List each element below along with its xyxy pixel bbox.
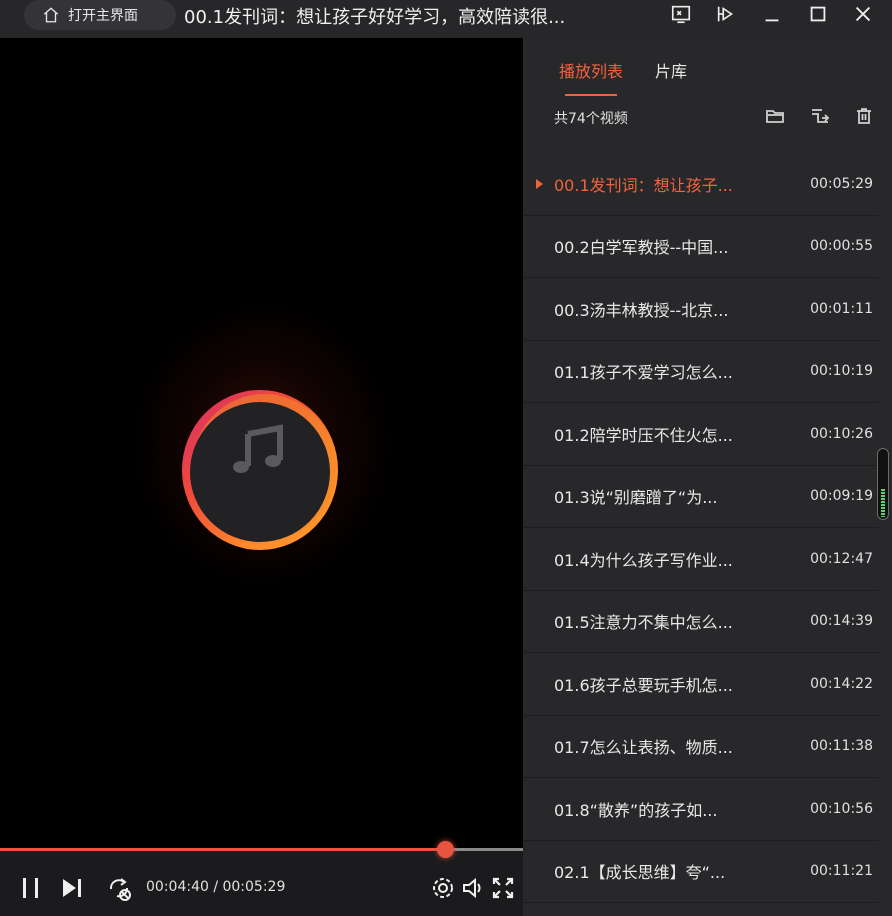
next-icon[interactable] bbox=[58, 874, 86, 902]
item-duration: 00:11:21 bbox=[810, 863, 873, 880]
pin-icon[interactable] bbox=[714, 2, 738, 26]
item-title: 01.5注意力不集中怎么... bbox=[554, 613, 733, 633]
item-title: 01.1孩子不爱学习怎么... bbox=[554, 363, 733, 383]
item-duration: 00:12:47 bbox=[810, 550, 873, 567]
list-item[interactable]: 01.2陪学时压不住火怎... 00:10:26 bbox=[523, 403, 878, 466]
title-bar: 打开主界面 00.1发刊词：想让孩子好好学习，高效陪读很... bbox=[0, 0, 892, 38]
item-title: 01.6孩子总要玩手机怎... bbox=[554, 675, 733, 695]
list-item[interactable]: 02.1【成长思维】夸“... 00:11:21 bbox=[523, 841, 878, 903]
playlist-icon[interactable] bbox=[810, 106, 830, 126]
item-duration: 00:10:19 bbox=[810, 363, 873, 380]
open-main-window-button[interactable]: 打开主界面 bbox=[24, 0, 176, 30]
item-duration: 00:14:22 bbox=[810, 675, 873, 692]
progress-bar[interactable] bbox=[0, 841, 523, 858]
open-main-window-label: 打开主界面 bbox=[68, 8, 138, 24]
item-duration: 00:01:11 bbox=[810, 300, 873, 317]
video-count: 共74个视频 bbox=[554, 111, 628, 127]
item-title: 00.3汤丰林教授--北京... bbox=[554, 300, 729, 320]
list-item[interactable]: 01.5注意力不集中怎么... 00:14:39 bbox=[523, 591, 878, 653]
tab-library[interactable]: 片库 bbox=[655, 58, 687, 82]
list-item[interactable]: 01.7怎么让表扬、物质... 00:11:38 bbox=[523, 716, 878, 778]
scrollbar-thumb[interactable] bbox=[881, 489, 885, 517]
home-icon bbox=[43, 7, 59, 23]
settings-icon[interactable] bbox=[429, 874, 457, 902]
item-duration: 00:11:38 bbox=[810, 738, 873, 755]
playing-indicator-icon bbox=[536, 178, 543, 189]
screen-icon[interactable] bbox=[669, 2, 693, 26]
item-title: 00.2白学军教授--中国... bbox=[554, 238, 729, 258]
list-item[interactable]: 01.3说“别磨蹭了“为... 00:09:19 bbox=[523, 466, 878, 528]
list-item[interactable]: 01.1孩子不爱学习怎么... 00:10:19 bbox=[523, 341, 878, 403]
list-item[interactable]: 00.3汤丰林教授--北京... 00:01:11 bbox=[523, 278, 878, 341]
item-title: 01.3说“别磨蹭了“为... bbox=[554, 488, 718, 508]
list-item[interactable]: 00.1发刊词：想让孩子... 00:05:29 bbox=[523, 153, 878, 216]
item-duration: 00:05:29 bbox=[810, 175, 873, 192]
panel-tabs: 播放列表 片库 bbox=[559, 58, 687, 96]
time-display: 00:04:40 / 00:05:29 bbox=[146, 879, 286, 895]
item-duration: 00:10:56 bbox=[810, 800, 873, 817]
playlist-scrollbar[interactable] bbox=[877, 448, 889, 520]
maximize-icon[interactable] bbox=[806, 2, 830, 26]
progress-knob[interactable] bbox=[437, 841, 455, 858]
playlist: 00.1发刊词：想让孩子... 00:05:29 00.2白学军教授--中国..… bbox=[523, 153, 878, 903]
item-title: 01.4为什么孩子写作业... bbox=[554, 550, 733, 570]
item-title: 01.7怎么让表扬、物质... bbox=[554, 738, 733, 758]
minimize-icon[interactable] bbox=[760, 2, 784, 26]
item-title: 00.1发刊词：想让孩子... bbox=[554, 175, 733, 195]
list-item[interactable]: 01.4为什么孩子写作业... 00:12:47 bbox=[523, 528, 878, 591]
window-title: 00.1发刊词：想让孩子好好学习，高效陪读很... bbox=[184, 7, 566, 28]
pause-icon[interactable] bbox=[17, 874, 45, 902]
fullscreen-icon[interactable] bbox=[489, 874, 517, 902]
item-duration: 00:09:19 bbox=[810, 488, 873, 505]
tab-playlist[interactable]: 播放列表 bbox=[559, 58, 623, 96]
folder-icon[interactable] bbox=[765, 106, 785, 126]
list-item[interactable]: 01.6孩子总要玩手机怎... 00:14:22 bbox=[523, 653, 878, 716]
item-title: 01.8“散养”的孩子如... bbox=[554, 800, 718, 820]
item-duration: 00:10:26 bbox=[810, 425, 873, 442]
list-item[interactable]: 01.8“散养”的孩子如... 00:10:56 bbox=[523, 778, 878, 841]
item-title: 02.1【成长思维】夸“... bbox=[554, 863, 726, 883]
item-duration: 00:14:39 bbox=[810, 613, 873, 630]
playlist-panel: 播放列表 片库 共74个视频 00.1发刊词：想让孩子... 00:05:29 … bbox=[523, 38, 892, 916]
volume-icon[interactable] bbox=[459, 874, 487, 902]
close-icon[interactable] bbox=[851, 2, 875, 26]
loop-icon[interactable] bbox=[105, 874, 133, 902]
trash-icon[interactable] bbox=[854, 106, 874, 126]
item-duration: 00:00:55 bbox=[810, 238, 873, 255]
list-item[interactable]: 00.2白学军教授--中国... 00:00:55 bbox=[523, 216, 878, 278]
progress-fill bbox=[0, 848, 446, 851]
music-note-icon bbox=[233, 424, 283, 473]
video-area[interactable] bbox=[0, 38, 523, 848]
item-title: 01.2陪学时压不住火怎... bbox=[554, 425, 733, 445]
